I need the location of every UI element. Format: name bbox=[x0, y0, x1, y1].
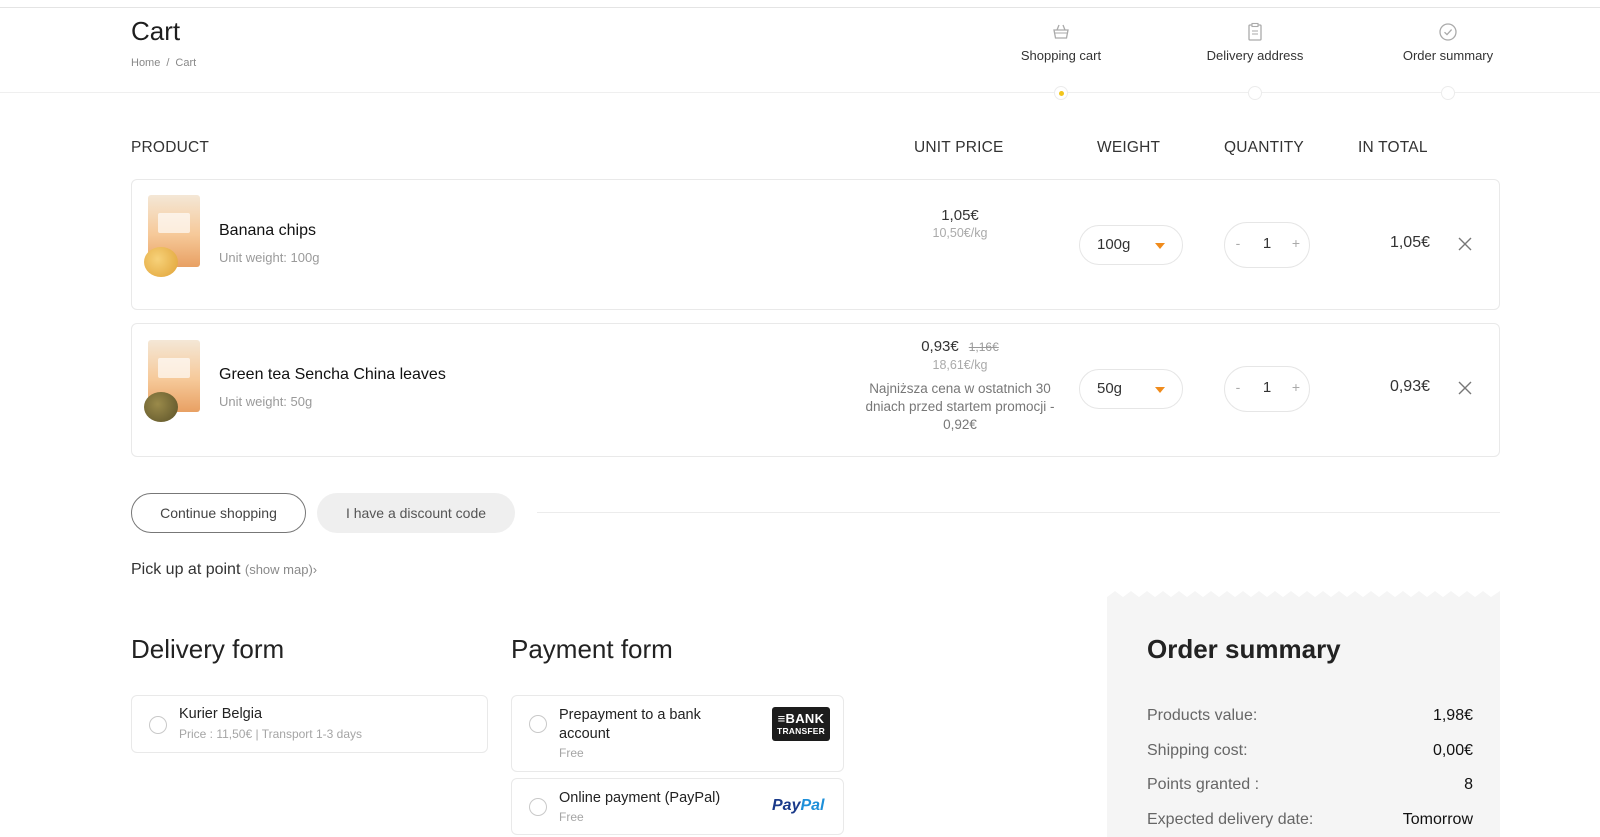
logo-text: TRANSFER bbox=[777, 726, 825, 736]
payment-radio[interactable] bbox=[529, 798, 547, 816]
price-per-kg: 18,61€/kg bbox=[932, 358, 988, 372]
payment-option-paypal[interactable]: Online payment (PayPal) Free PayPal bbox=[511, 778, 844, 835]
header-divider bbox=[0, 92, 1600, 93]
product-name[interactable]: Banana chips bbox=[219, 222, 316, 240]
breadcrumb-home[interactable]: Home bbox=[131, 57, 160, 69]
product-image[interactable] bbox=[144, 195, 202, 277]
summary-value: 8 bbox=[1464, 776, 1473, 793]
remove-item-icon[interactable] bbox=[1456, 235, 1474, 253]
bank-transfer-logo: ≡BANK TRANSFER bbox=[772, 707, 830, 741]
quantity-stepper: 1 - + bbox=[1224, 366, 1310, 412]
breadcrumb-separator: / bbox=[166, 57, 170, 69]
unit-price: 1,05€ 10,50€/kg bbox=[855, 207, 1065, 240]
payment-option-fee: Free bbox=[559, 746, 584, 760]
discount-code-button[interactable]: I have a discount code bbox=[317, 493, 515, 533]
summary-label: Products value: bbox=[1147, 707, 1258, 724]
summary-label: Shipping cost: bbox=[1147, 742, 1248, 759]
col-header-weight: WEIGHT bbox=[1097, 139, 1161, 156]
summary-label: Points granted : bbox=[1147, 776, 1260, 793]
quantity-plus-button[interactable]: + bbox=[1287, 235, 1305, 251]
summary-label: Expected delivery date: bbox=[1147, 811, 1314, 828]
divider bbox=[537, 512, 1500, 513]
cart-row: Banana chips Unit weight: 100g 1,05€ 10,… bbox=[131, 179, 1500, 310]
product-unit-weight: Unit weight: 100g bbox=[219, 250, 320, 265]
show-map-link[interactable]: (show map) bbox=[245, 562, 313, 577]
delivery-option-details: Price : 11,50€ | Transport 1-3 days bbox=[179, 727, 362, 741]
weight-value: 50g bbox=[1097, 380, 1123, 397]
product-contents bbox=[144, 247, 178, 277]
step-order-summary[interactable]: Order summary bbox=[1388, 22, 1508, 63]
top-border bbox=[0, 7, 1600, 8]
summary-value: 0,00€ bbox=[1432, 742, 1473, 759]
payment-radio[interactable] bbox=[529, 715, 547, 733]
delivery-radio[interactable] bbox=[149, 716, 167, 734]
delivery-option[interactable]: Kurier Belgia Price : 11,50€ | Transport… bbox=[131, 695, 488, 753]
col-header-unit-price: UNIT PRICE bbox=[914, 139, 1004, 156]
payment-option-fee: Free bbox=[559, 810, 584, 824]
weight-select[interactable]: 100g bbox=[1079, 225, 1183, 265]
delivery-form-title: Delivery form bbox=[131, 634, 285, 664]
step-shopping-cart[interactable]: Shopping cart bbox=[1003, 22, 1119, 63]
product-name[interactable]: Green tea Sencha China leaves bbox=[219, 366, 446, 384]
step-indicator bbox=[1248, 86, 1262, 100]
step-label: Order summary bbox=[1402, 48, 1494, 63]
continue-shopping-button[interactable]: Continue shopping bbox=[131, 493, 306, 533]
quantity-minus-button[interactable]: - bbox=[1229, 379, 1247, 395]
basket-icon bbox=[1053, 24, 1069, 39]
logo-text: ≡BANK bbox=[777, 711, 825, 726]
price-old: 1,16€ bbox=[968, 340, 999, 354]
quantity-plus-button[interactable]: + bbox=[1287, 379, 1305, 395]
page-title: Cart bbox=[131, 16, 181, 46]
remove-item-icon[interactable] bbox=[1456, 379, 1474, 397]
caret-down-icon bbox=[1155, 243, 1165, 249]
summary-delivery-date: Expected delivery date: Tomorrow bbox=[1147, 811, 1473, 829]
clipboard-icon bbox=[1248, 22, 1262, 41]
price-current: 0,93€ bbox=[921, 338, 959, 355]
summary-value: 1,98€ bbox=[1432, 707, 1473, 724]
price-current: 1,05€ bbox=[941, 207, 979, 224]
pickup-label: Pick up at point bbox=[131, 561, 241, 578]
summary-value: Tomorrow bbox=[1402, 811, 1473, 828]
breadcrumb: Home / Cart bbox=[131, 57, 196, 69]
pickup-point-link[interactable]: Pick up at point (show map)› bbox=[131, 561, 317, 579]
logo-text: Pal bbox=[800, 797, 825, 814]
payment-form-title: Payment form bbox=[511, 634, 673, 664]
quantity-stepper: 1 - + bbox=[1224, 222, 1310, 268]
payment-option-name: Prepayment to a bank account bbox=[559, 707, 701, 742]
col-header-product: PRODUCT bbox=[131, 139, 210, 156]
product-unit-weight: Unit weight: 50g bbox=[219, 394, 313, 409]
payment-option-name: Online payment (PayPal) bbox=[559, 790, 721, 806]
price-per-kg: 10,50€/kg bbox=[932, 226, 988, 240]
col-header-quantity: QUANTITY bbox=[1224, 139, 1304, 156]
chevron-right-icon: › bbox=[312, 562, 318, 577]
check-circle-icon bbox=[1439, 23, 1457, 41]
logo-text: Pay bbox=[772, 797, 801, 814]
summary-shipping-cost: Shipping cost: 0,00€ bbox=[1147, 742, 1473, 760]
caret-down-icon bbox=[1155, 387, 1165, 393]
order-summary-title: Order summary bbox=[1147, 634, 1341, 664]
unit-price: 0,93€ 1,16€ 18,61€/kg Najniższa cena w os… bbox=[855, 338, 1065, 434]
quantity-minus-button[interactable]: - bbox=[1229, 235, 1247, 251]
product-contents bbox=[144, 392, 178, 422]
delivery-option-name: Kurier Belgia bbox=[179, 706, 263, 722]
step-indicator-active bbox=[1054, 86, 1068, 100]
summary-products-value: Products value: 1,98€ bbox=[1147, 707, 1473, 725]
step-label: Delivery address bbox=[1206, 48, 1304, 63]
breadcrumb-cart: Cart bbox=[175, 57, 197, 69]
weight-select[interactable]: 50g bbox=[1079, 369, 1183, 409]
step-delivery-address[interactable]: Delivery address bbox=[1190, 22, 1320, 63]
weight-value: 100g bbox=[1097, 236, 1131, 253]
step-indicator bbox=[1441, 86, 1455, 100]
summary-points: Points granted : 8 bbox=[1147, 776, 1473, 794]
row-total: 1,05€ bbox=[1389, 234, 1430, 251]
payment-option-bank[interactable]: Prepayment to a bank account Free ≡BANK … bbox=[511, 695, 844, 772]
row-total: 0,93€ bbox=[1389, 378, 1430, 395]
paypal-logo: PayPal bbox=[772, 797, 824, 815]
lowest-price-note: Najniższa cena w ostatnich 30 dniach prz… bbox=[865, 381, 1055, 432]
step-label: Shopping cart bbox=[1020, 48, 1102, 63]
col-header-in-total: IN TOTAL bbox=[1358, 139, 1428, 156]
product-image[interactable] bbox=[144, 340, 202, 422]
cart-row: Green tea Sencha China leaves Unit weigh… bbox=[131, 323, 1500, 457]
